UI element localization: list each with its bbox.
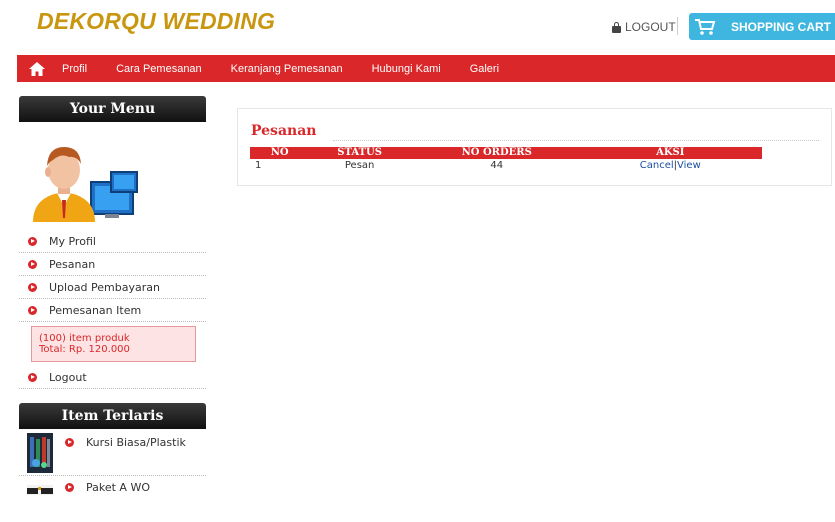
arrow-bullet-icon <box>65 438 74 447</box>
cart-summary-items: (100) item produk <box>39 333 130 344</box>
main-nav: Profil Cara Pemesanan Keranjang Pemesana… <box>17 55 835 82</box>
arrow-bullet-icon <box>28 305 37 315</box>
nav-item-hubungi-kami[interactable]: Hubungi Kami <box>372 63 441 75</box>
cell-order-no: 44 <box>490 160 504 171</box>
nav-item-keranjang-pemesanan[interactable]: Keranjang Pemesanan <box>231 63 343 75</box>
home-icon[interactable] <box>17 55 57 82</box>
arrow-bullet-icon <box>28 282 37 292</box>
cart-icon <box>689 13 721 40</box>
page-title: Pesanan <box>251 123 317 139</box>
cell-actions: Cancel|View <box>579 159 762 172</box>
sidebar-item-pesanan[interactable]: Pesanan <box>19 253 206 276</box>
bestseller-label-wrap: Paket A WO <box>65 481 150 494</box>
orders-panel: Pesanan NO STATUS NO ORDERS AKSI 1 Pesan… <box>237 108 832 186</box>
logout-label: LOGOUT <box>625 20 676 34</box>
sidebar-item-label: Pesanan <box>49 257 96 271</box>
column-header-status: STATUS <box>304 147 415 159</box>
nav-item-cara-pemesanan[interactable]: Cara Pemesanan <box>116 63 202 75</box>
sidebar-item-logout[interactable]: Logout <box>19 366 206 389</box>
orders-table: NO STATUS NO ORDERS AKSI 1 Pesan 44 Canc… <box>250 147 762 172</box>
sidebar-bestseller-title: Item Terlaris <box>19 403 206 429</box>
table-header-row: NO STATUS NO ORDERS AKSI <box>250 147 762 159</box>
header-divider <box>677 17 678 35</box>
header-logout-link[interactable]: LOGOUT <box>612 20 676 34</box>
arrow-bullet-icon <box>28 372 37 382</box>
site-logo-text[interactable]: DEKORQU WEDDING <box>37 8 275 35</box>
nav-item-profil[interactable]: Profil <box>62 63 87 75</box>
bestseller-item[interactable]: Paket A WO <box>19 476 206 522</box>
sidebar-item-label: Logout <box>49 370 87 384</box>
title-divider <box>333 140 819 141</box>
cart-label: SHOPPING CART <box>731 19 832 34</box>
sidebar-item-my-profil[interactable]: My Profil <box>19 230 206 253</box>
table-row: 1 Pesan 44 Cancel|View <box>250 159 762 172</box>
sidebar-item-label: Upload Pembayaran <box>49 280 160 294</box>
nav-item-galeri[interactable]: Galeri <box>470 63 499 75</box>
shopping-cart-button[interactable]: SHOPPING CART <box>689 13 835 40</box>
user-avatar <box>19 122 206 230</box>
column-header-aksi: AKSI <box>578 147 762 159</box>
cell-status: Pesan <box>344 160 375 171</box>
cart-summary-total: Total: Rp. 120.000 <box>39 344 130 355</box>
sidebar-item-label: Pemesanan Item <box>49 303 142 317</box>
sidebar-item-upload-pembayaran[interactable]: Upload Pembayaran <box>19 276 206 299</box>
arrow-bullet-icon <box>28 259 37 269</box>
sidebar-menu-title: Your Menu <box>19 96 206 122</box>
product-thumbnail <box>27 433 53 473</box>
view-link[interactable]: View <box>677 160 701 171</box>
bestseller-name: Paket A WO <box>86 481 150 494</box>
lock-icon <box>612 21 621 33</box>
cart-summary-box[interactable]: (100) item produk Total: Rp. 120.000 <box>31 326 196 362</box>
arrow-bullet-icon <box>28 236 37 246</box>
bestseller-name: Kursi Biasa/Plastik <box>86 436 186 449</box>
column-header-no: NO <box>250 147 305 159</box>
product-thumbnail <box>27 480 53 495</box>
cancel-link[interactable]: Cancel <box>640 160 674 171</box>
cell-no: 1 <box>255 160 262 171</box>
bestseller-label-wrap: Kursi Biasa/Plastik <box>65 436 186 449</box>
sidebar: Your Menu My Profil Pesanan Upload Pemba… <box>19 96 206 522</box>
bestseller-item[interactable]: Kursi Biasa/Plastik <box>19 429 206 476</box>
column-header-no-orders: NO ORDERS <box>414 147 579 159</box>
sidebar-item-pemesanan-item[interactable]: Pemesanan Item <box>19 299 206 322</box>
sidebar-item-label: My Profil <box>49 234 96 248</box>
